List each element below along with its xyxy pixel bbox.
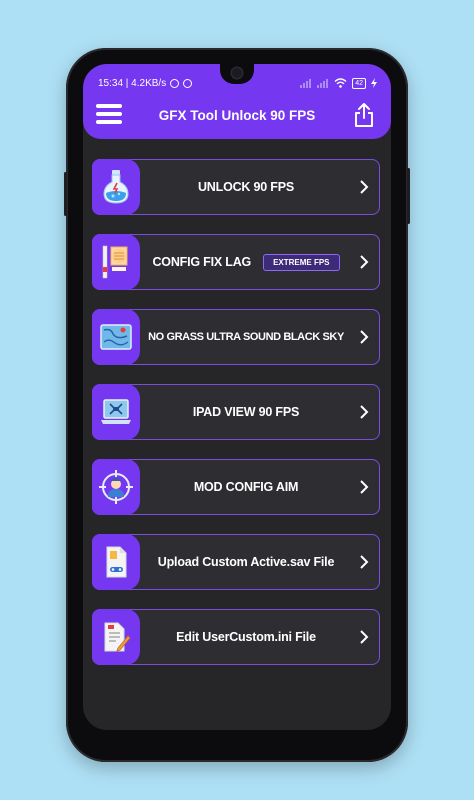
menu-item-label: Upload Custom Active.sav File xyxy=(157,555,335,569)
menu-item-label: Edit UserCustom.ini File xyxy=(176,630,316,644)
menu-item-no-grass[interactable]: NO GRASS ULTRA SOUND BLACK SKY xyxy=(92,309,380,365)
app-bar: 15:34 | 4.2KB/s 42 GFX Tool Unlock 90 FP… xyxy=(83,64,391,139)
power-button xyxy=(407,168,410,224)
menu-item-label: CONFIG FIX LAG EXTREME FPS xyxy=(141,235,351,289)
fist-power-icon xyxy=(92,234,140,290)
wifi-icon xyxy=(334,78,347,88)
menu-item-mod-config-aim[interactable]: MOD CONFIG AIM xyxy=(92,459,380,515)
file-edit-icon xyxy=(92,609,140,665)
menu-item-label: UNLOCK 90 FPS xyxy=(197,180,295,194)
chevron-right-icon xyxy=(360,480,369,494)
chevron-right-icon xyxy=(360,630,369,644)
chevron-right-icon xyxy=(360,255,369,269)
chevron-right-icon xyxy=(360,330,369,344)
status-time-speed: 15:34 | 4.2KB/s xyxy=(98,77,167,89)
menu-item-label: MOD CONFIG AIM xyxy=(193,480,299,494)
notification-icon xyxy=(183,78,193,88)
menu-item-unlock-90-fps[interactable]: UNLOCK 90 FPS xyxy=(92,159,380,215)
menu-item-label-text: CONFIG FIX LAG xyxy=(152,255,252,269)
phone-screen: 15:34 | 4.2KB/s 42 GFX Tool Unlock 90 FP… xyxy=(83,64,391,730)
battery-level: 42 xyxy=(355,79,363,87)
volume-button xyxy=(64,172,67,216)
menu-item-label: IPAD VIEW 90 FPS xyxy=(192,405,300,419)
app-title: GFX Tool Unlock 90 FPS xyxy=(158,108,316,123)
laptop-screen-icon xyxy=(92,384,140,440)
menu-item-ipad-view[interactable]: IPAD VIEW 90 FPS xyxy=(92,384,380,440)
chevron-right-icon xyxy=(360,180,369,194)
menu-item-config-fix-lag[interactable]: CONFIG FIX LAG EXTREME FPS xyxy=(92,234,380,290)
front-camera xyxy=(232,68,242,78)
map-icon xyxy=(92,309,140,365)
signal-icon xyxy=(300,79,312,88)
chevron-right-icon xyxy=(360,555,369,569)
potion-flask-icon xyxy=(92,159,140,215)
battery-icon: 42 xyxy=(352,77,366,89)
share-icon[interactable] xyxy=(354,102,374,128)
extreme-fps-badge: EXTREME FPS xyxy=(263,253,340,271)
crosshair-target-icon xyxy=(92,459,140,515)
menu-item-edit-usercustom-ini[interactable]: Edit UserCustom.ini File xyxy=(92,609,380,665)
signal-icon xyxy=(317,79,329,88)
hamburger-menu-icon[interactable] xyxy=(96,104,122,124)
charging-icon xyxy=(371,78,377,88)
file-upload-icon xyxy=(92,534,140,590)
notification-icon xyxy=(170,78,180,88)
chevron-right-icon xyxy=(360,405,369,419)
menu-item-upload-active-sav[interactable]: Upload Custom Active.sav File xyxy=(92,534,380,590)
menu-item-label: NO GRASS ULTRA SOUND BLACK SKY xyxy=(148,331,344,343)
